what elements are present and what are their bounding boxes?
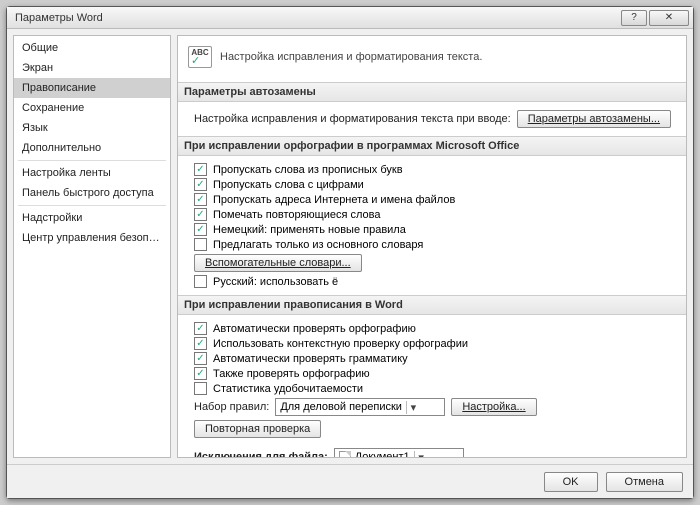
sidebar-item-general[interactable]: Общие bbox=[14, 38, 170, 58]
sidebar-item-advanced[interactable]: Дополнительно bbox=[14, 138, 170, 158]
window-title: Параметры Word bbox=[15, 12, 619, 24]
sidebar-item-addins[interactable]: Надстройки bbox=[14, 208, 170, 228]
sidebar-item-display[interactable]: Экран bbox=[14, 58, 170, 78]
label-auto-spell: Автоматически проверять орфографию bbox=[213, 323, 416, 335]
checkbox-also-spell[interactable] bbox=[194, 367, 207, 380]
checkbox-auto-grammar[interactable] bbox=[194, 352, 207, 365]
checkbox-numbers[interactable] bbox=[194, 178, 207, 191]
sidebar-item-trust[interactable]: Центр управления безопасностью bbox=[14, 228, 170, 248]
rules-settings-button[interactable]: Настройка... bbox=[451, 398, 536, 416]
checkbox-russian-yo[interactable] bbox=[194, 275, 207, 288]
sidebar-item-save[interactable]: Сохранение bbox=[14, 98, 170, 118]
group-office-title: При исправлении орфографии в программах … bbox=[178, 136, 686, 156]
checkbox-german[interactable] bbox=[194, 223, 207, 236]
checkbox-uppercase[interactable] bbox=[194, 163, 207, 176]
sidebar-item-language[interactable]: Язык bbox=[14, 118, 170, 138]
sidebar-separator bbox=[18, 160, 166, 161]
titlebar: Параметры Word ? ✕ bbox=[7, 7, 693, 29]
label-internet: Пропускать адреса Интернета и имена файл… bbox=[213, 194, 455, 206]
checkbox-auto-spell[interactable] bbox=[194, 322, 207, 335]
panel-header-text: Настройка исправления и форматирования т… bbox=[220, 51, 482, 63]
label-uppercase: Пропускать слова из прописных букв bbox=[213, 164, 403, 176]
label-also-spell: Также проверять орфографию bbox=[213, 368, 370, 380]
dialog-footer: OK Отмена bbox=[7, 464, 693, 498]
label-russian-yo: Русский: использовать ё bbox=[213, 276, 338, 288]
main-panel: ABC ✓ Настройка исправления и форматиров… bbox=[177, 35, 687, 458]
group-autocorrect-title: Параметры автозамены bbox=[178, 82, 686, 102]
recheck-button[interactable]: Повторная проверка bbox=[194, 420, 321, 438]
close-button[interactable]: ✕ bbox=[649, 10, 689, 26]
proofing-icon: ABC ✓ bbox=[188, 46, 212, 68]
label-repeated: Помечать повторяющиеся слова bbox=[213, 209, 381, 221]
sidebar-item-proofing[interactable]: Правописание bbox=[14, 78, 170, 98]
cancel-button[interactable]: Отмена bbox=[606, 472, 683, 492]
label-german: Немецкий: применять новые правила bbox=[213, 224, 406, 236]
sidebar-item-ribbon[interactable]: Настройка ленты bbox=[14, 163, 170, 183]
panel-header: ABC ✓ Настройка исправления и форматиров… bbox=[188, 42, 676, 76]
autocorrect-options-button[interactable]: Параметры автозамены... bbox=[517, 110, 671, 128]
dialog-body: Общие Экран Правописание Сохранение Язык… bbox=[7, 29, 693, 464]
chevron-down-icon: ▾ bbox=[414, 451, 428, 459]
rules-combo[interactable]: Для деловой переписки ▾ bbox=[275, 398, 445, 416]
label-context-spell: Использовать контекстную проверку орфогр… bbox=[213, 338, 468, 350]
rules-label: Набор правил: bbox=[194, 401, 269, 413]
ok-button[interactable]: OK bbox=[544, 472, 598, 492]
sidebar-item-qat[interactable]: Панель быстрого доступа bbox=[14, 183, 170, 203]
checkbox-internet[interactable] bbox=[194, 193, 207, 206]
checkbox-maindict[interactable] bbox=[194, 238, 207, 251]
help-button[interactable]: ? bbox=[621, 10, 647, 26]
label-maindict: Предлагать только из основного словаря bbox=[213, 239, 423, 251]
rules-value: Для деловой переписки bbox=[280, 401, 402, 413]
exceptions-combo[interactable]: Документ1 ▾ bbox=[334, 448, 464, 458]
exceptions-label: Исключения для файла: bbox=[194, 451, 328, 458]
label-auto-grammar: Автоматически проверять грамматику bbox=[213, 353, 408, 365]
sidebar: Общие Экран Правописание Сохранение Язык… bbox=[13, 35, 171, 458]
checkbox-readability[interactable] bbox=[194, 382, 207, 395]
chevron-down-icon: ▾ bbox=[406, 401, 420, 414]
checkbox-context-spell[interactable] bbox=[194, 337, 207, 350]
label-readability: Статистика удобочитаемости bbox=[213, 383, 363, 395]
custom-dictionaries-button[interactable]: Вспомогательные словари... bbox=[194, 254, 362, 272]
autocorrect-label: Настройка исправления и форматирования т… bbox=[194, 113, 511, 125]
autocorrect-row: Настройка исправления и форматирования т… bbox=[188, 108, 676, 130]
document-icon bbox=[339, 451, 351, 458]
sidebar-separator bbox=[18, 205, 166, 206]
exceptions-value: Документ1 bbox=[355, 451, 410, 458]
group-word-title: При исправлении правописания в Word bbox=[178, 295, 686, 315]
options-window: Параметры Word ? ✕ Общие Экран Правописа… bbox=[6, 6, 694, 499]
checkbox-repeated[interactable] bbox=[194, 208, 207, 221]
label-numbers: Пропускать слова с цифрами bbox=[213, 179, 364, 191]
